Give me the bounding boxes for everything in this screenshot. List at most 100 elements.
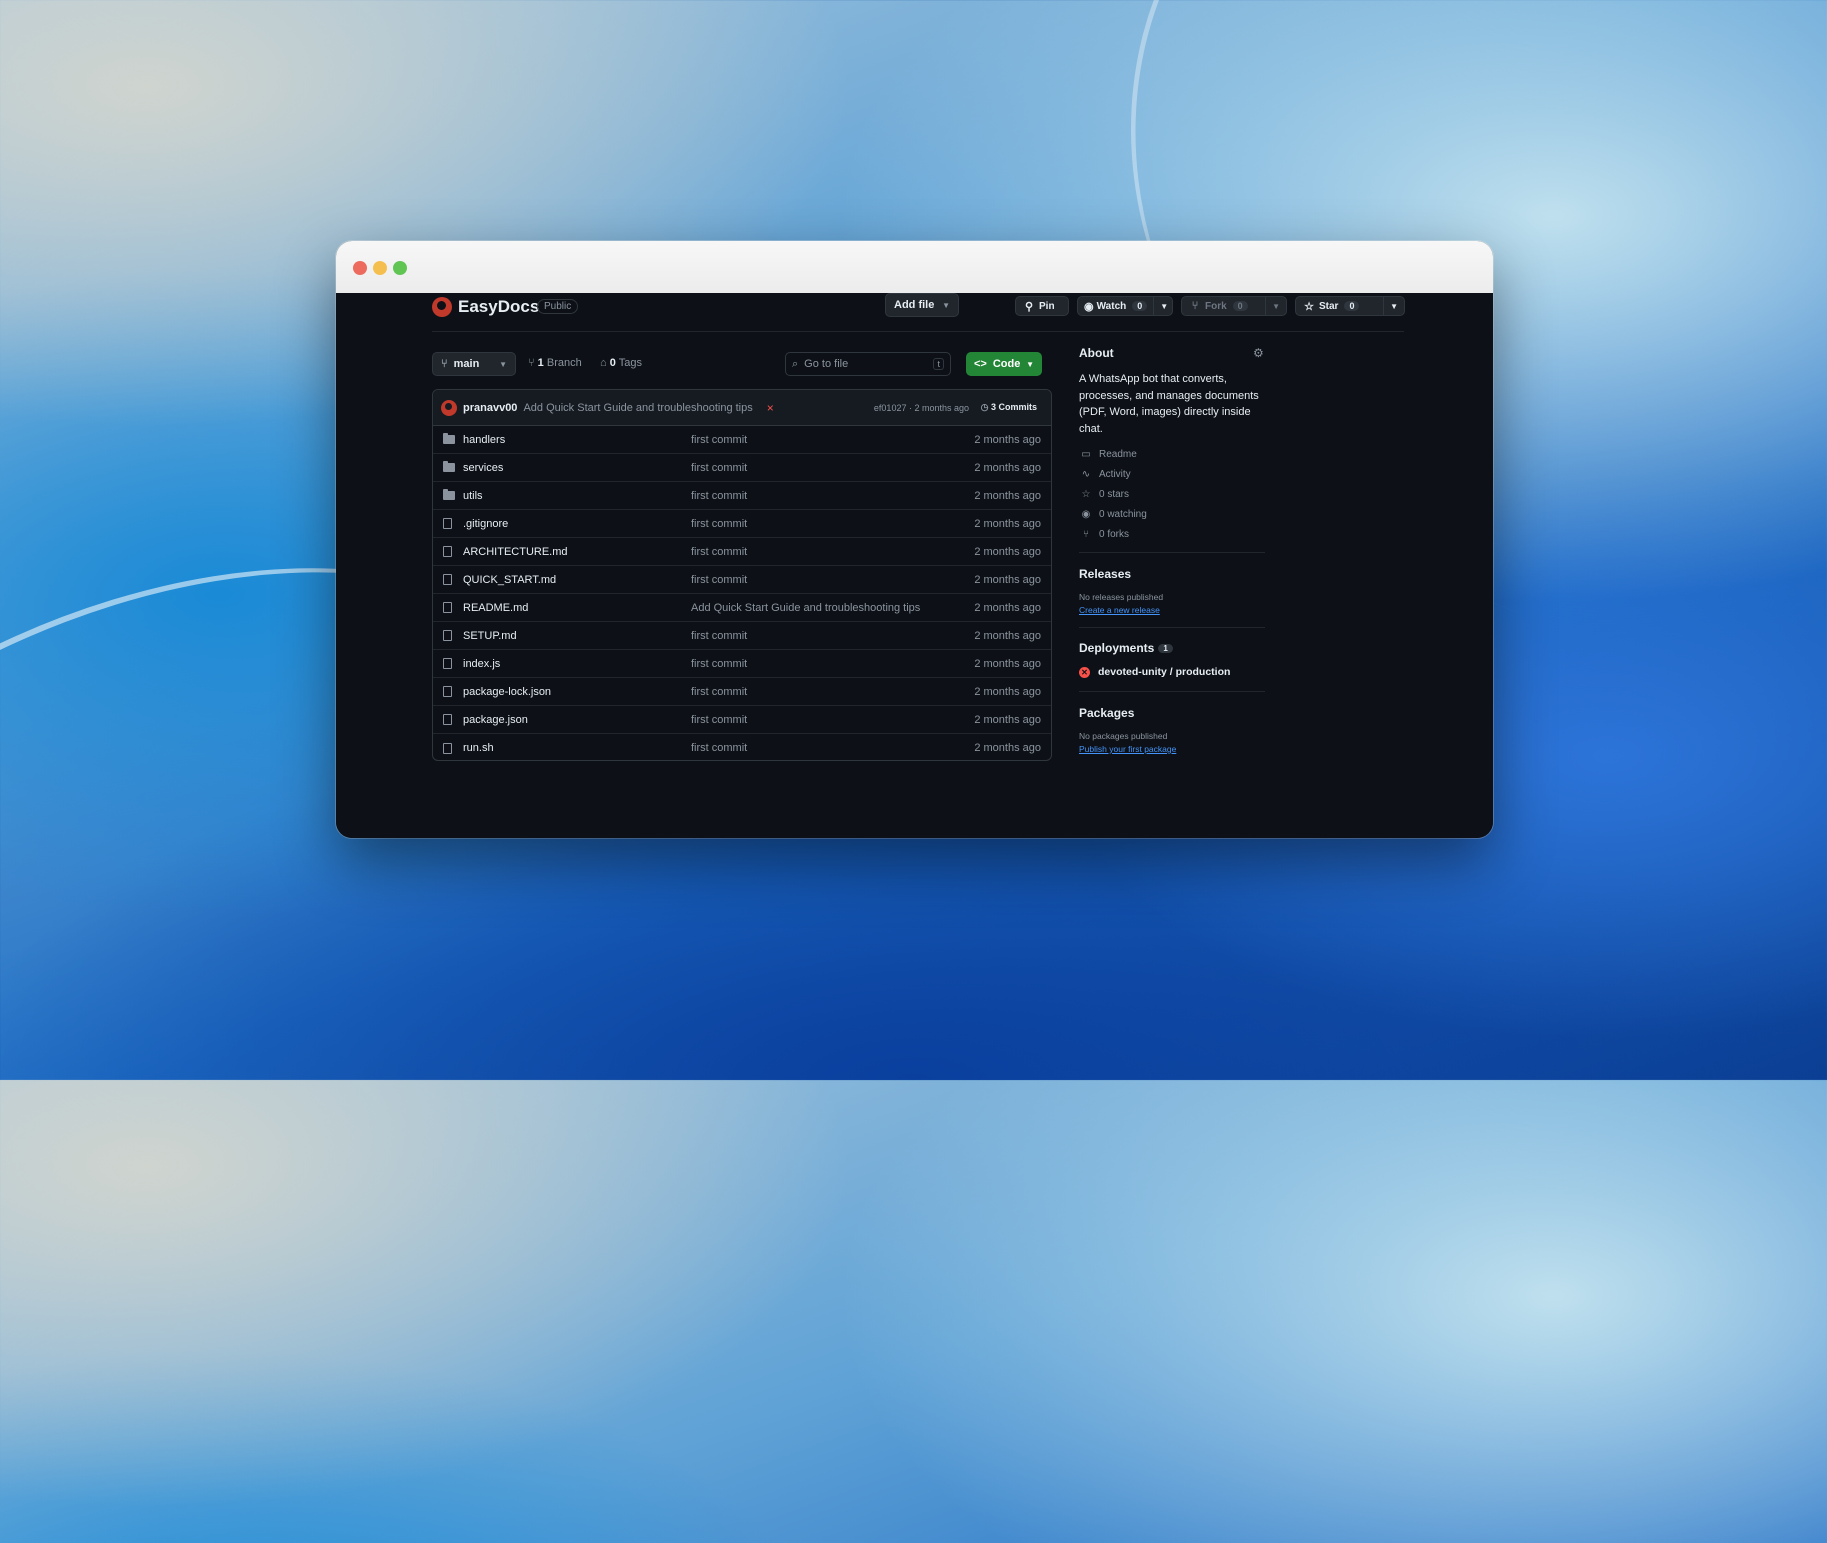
forks-label: 0 forks xyxy=(1099,529,1130,540)
folder-icon xyxy=(443,433,457,444)
avatar[interactable] xyxy=(441,399,457,416)
table-row[interactable]: QUICK_START.md first commit 2 months ago xyxy=(433,566,1051,594)
table-row[interactable]: run.sh first commit 2 months ago xyxy=(433,734,1051,760)
branch-selector[interactable]: ⑂ main ▼ xyxy=(432,352,516,376)
file-commit-message[interactable]: first commit xyxy=(691,630,747,642)
table-row[interactable]: handlers first commit 2 months ago xyxy=(433,426,1051,454)
chevron-down-icon: ▼ xyxy=(1026,359,1034,369)
table-row[interactable]: SETUP.md first commit 2 months ago xyxy=(433,622,1051,650)
close-window-button[interactable] xyxy=(353,261,367,275)
pin-icon: ⚲ xyxy=(1024,300,1034,313)
file-commit-message[interactable]: first commit xyxy=(691,658,747,670)
repo-name[interactable]: EasyDocs xyxy=(458,297,539,317)
watch-button[interactable]: ◉ Watch 0 ▼ xyxy=(1077,296,1173,316)
file-commit-message[interactable]: first commit xyxy=(691,742,747,754)
file-commit-message[interactable]: Add Quick Start Guide and troubleshootin… xyxy=(691,602,920,614)
table-row[interactable]: utils first commit 2 months ago xyxy=(433,482,1051,510)
header-divider xyxy=(432,331,1404,332)
gear-icon[interactable]: ⚙ xyxy=(1253,346,1264,360)
commit-message[interactable]: Add Quick Start Guide and troubleshootin… xyxy=(523,402,752,414)
table-row[interactable]: .gitignore first commit 2 months ago xyxy=(433,510,1051,538)
sidebar-divider xyxy=(1079,552,1265,553)
pin-label: Pin xyxy=(1039,300,1055,312)
table-row[interactable]: README.md Add Quick Start Guide and troub… xyxy=(433,594,1051,622)
file-commit-message[interactable]: first commit xyxy=(691,518,747,530)
readme-link[interactable]: ▭ Readme xyxy=(1079,449,1265,460)
table-row[interactable]: package-lock.json first commit 2 months ag… xyxy=(433,678,1051,706)
file-name[interactable]: README.md xyxy=(463,602,528,614)
file-commit-date: 2 months ago xyxy=(974,573,1041,586)
file-commit-message[interactable]: first commit xyxy=(691,546,747,558)
file-name[interactable]: package-lock.json xyxy=(463,686,551,698)
chevron-down-icon[interactable]: ▼ xyxy=(1383,297,1404,315)
file-commit-message[interactable]: first commit xyxy=(691,574,747,586)
deployments-title[interactable]: Deployments 1 xyxy=(1079,641,1265,655)
commit-hash-time[interactable]: ef01027 · 2 months ago xyxy=(874,403,969,413)
pin-button[interactable]: ⚲ Pin xyxy=(1015,296,1069,316)
file-commit-message[interactable]: first commit xyxy=(691,686,747,698)
releases-title[interactable]: Releases xyxy=(1079,567,1265,581)
eye-icon: ◉ xyxy=(1084,300,1094,313)
maximize-window-button[interactable] xyxy=(393,261,407,275)
file-icon xyxy=(443,714,457,725)
deployment-item[interactable]: ✕ devoted-unity / production xyxy=(1079,666,1265,678)
tags-link[interactable]: ⌂ 0 Tags xyxy=(600,357,642,369)
forks-link[interactable]: ⑂ 0 forks xyxy=(1079,529,1265,540)
github-repo-page: EasyDocs Public ⚲ Pin ◉ Watch 0 ▼ ⑂ Fork… xyxy=(336,293,1493,838)
add-file-button[interactable]: Add file ▼ xyxy=(885,293,959,317)
file-commit-message[interactable]: first commit xyxy=(691,490,747,502)
book-icon: ▭ xyxy=(1081,449,1091,460)
deployments-label: Deployments xyxy=(1079,641,1155,655)
packages-title[interactable]: Packages xyxy=(1079,706,1265,720)
star-button[interactable]: ☆ Star 0 ▼ xyxy=(1295,296,1405,316)
chevron-down-icon[interactable]: ▼ xyxy=(1265,297,1286,315)
keyboard-shortcut-hint: t xyxy=(933,358,944,370)
file-commit-date: 2 months ago xyxy=(974,742,1041,754)
create-release-link[interactable]: Create a new release xyxy=(1079,605,1265,615)
file-name[interactable]: .gitignore xyxy=(463,518,508,530)
packages-empty-text: No packages published xyxy=(1079,731,1168,741)
table-row[interactable]: package.json first commit 2 months ago xyxy=(433,706,1051,734)
latest-commit-row: pranavv00 Add Quick Start Guide and trou… xyxy=(433,390,1051,426)
branches-count: 1 xyxy=(537,357,544,369)
watching-link[interactable]: ◉ 0 watching xyxy=(1079,509,1265,520)
chevron-down-icon: ▼ xyxy=(499,359,507,369)
commits-link[interactable]: ◷ 3 Commits xyxy=(981,402,1037,413)
file-icon xyxy=(443,742,457,754)
activity-link[interactable]: ∿ Activity xyxy=(1079,469,1265,480)
file-icon xyxy=(443,546,457,557)
file-name[interactable]: SETUP.md xyxy=(463,630,517,642)
repo-owner-avatar[interactable] xyxy=(432,297,452,317)
file-name[interactable]: services xyxy=(463,462,503,474)
table-row[interactable]: index.js first commit 2 months ago xyxy=(433,650,1051,678)
file-name[interactable]: ARCHITECTURE.md xyxy=(463,546,568,558)
fork-button[interactable]: ⑂ Fork 0 ▼ xyxy=(1181,296,1287,316)
failed-status-icon[interactable]: × xyxy=(767,401,774,415)
stars-link[interactable]: ☆ 0 stars xyxy=(1079,489,1265,500)
file-commit-message[interactable]: first commit xyxy=(691,462,747,474)
file-name[interactable]: QUICK_START.md xyxy=(463,574,556,586)
file-commit-date: 2 months ago xyxy=(974,461,1041,474)
file-name[interactable]: utils xyxy=(463,490,483,502)
branches-link[interactable]: ⑂ 1 Branch xyxy=(528,357,582,369)
file-commit-message[interactable]: first commit xyxy=(691,714,747,726)
stars-label: 0 stars xyxy=(1099,489,1130,500)
watch-count: 0 xyxy=(1132,301,1148,311)
publish-package-link[interactable]: Publish your first package xyxy=(1079,744,1265,754)
star-label: Star xyxy=(1319,300,1339,312)
chevron-down-icon[interactable]: ▼ xyxy=(1153,297,1174,315)
code-button[interactable]: <> Code ▼ xyxy=(966,352,1042,376)
folder-icon xyxy=(443,461,457,472)
file-name[interactable]: package.json xyxy=(463,714,528,726)
table-row[interactable]: ARCHITECTURE.md first commit 2 months ago xyxy=(433,538,1051,566)
window-titlebar xyxy=(336,241,1493,293)
table-row[interactable]: services first commit 2 months ago xyxy=(433,454,1051,482)
file-name[interactable]: run.sh xyxy=(463,742,494,754)
file-name[interactable]: index.js xyxy=(463,658,500,670)
minimize-window-button[interactable] xyxy=(373,261,387,275)
file-name[interactable]: handlers xyxy=(463,434,505,446)
go-to-file-input[interactable]: ⌕ Go to file t xyxy=(785,352,951,376)
file-icon xyxy=(443,574,457,585)
file-commit-message[interactable]: first commit xyxy=(691,434,747,446)
commit-author[interactable]: pranavv00 xyxy=(463,402,517,414)
